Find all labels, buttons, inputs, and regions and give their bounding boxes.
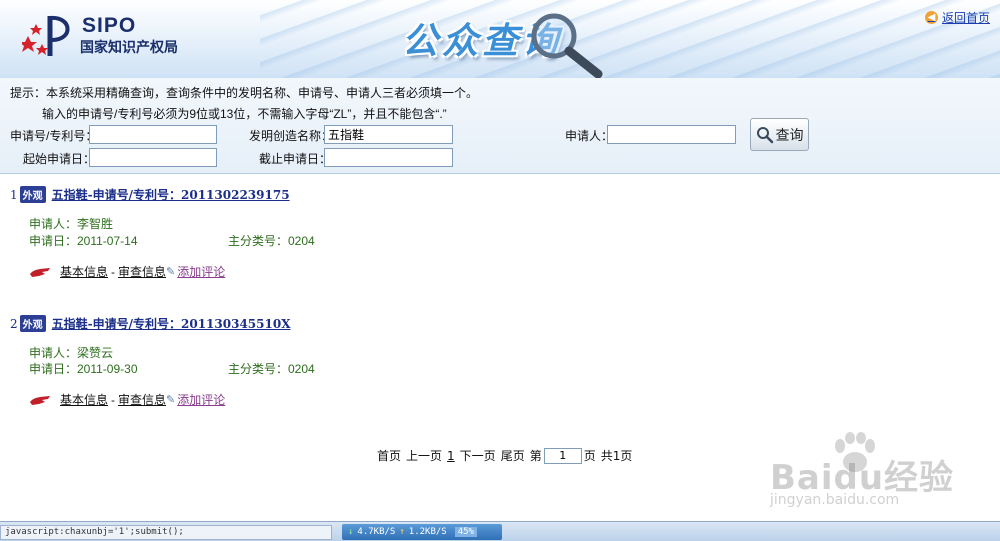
back-arrow-icon: ◀ xyxy=(924,11,938,24)
pencil-icon: ✎ xyxy=(166,266,176,278)
back-home-label: 返回首页 xyxy=(941,11,990,25)
goto-page-input[interactable] xyxy=(543,447,582,464)
paw-icon xyxy=(835,432,875,472)
sipo-logo-icon xyxy=(22,15,70,56)
applicant-label: 申请人： xyxy=(565,129,614,143)
invention-name-input[interactable] xyxy=(324,125,453,144)
goto-page-suffix: 页 xyxy=(583,449,596,463)
result-app-date: 申请日：2011-09-30 xyxy=(29,362,138,376)
network-speed-widget: ↓ 4.7KB/S ↑ 1.2KB/S 45% xyxy=(342,524,502,540)
result-main-class: 主分类号：0204 xyxy=(228,362,315,376)
search-tip-line1: 提示：本系统采用精确查询，查询条件中的发明名称、申请号、申请人三者必须填一个。 xyxy=(10,86,479,100)
first-page-link[interactable]: 首页 xyxy=(377,447,401,464)
invention-name-label: 发明创造名称： xyxy=(249,129,334,143)
add-comment-link[interactable]: 添加评论 xyxy=(177,263,225,280)
magnifier-icon xyxy=(531,13,603,78)
start-date-label: 起始申请日： xyxy=(23,152,96,166)
app-number-input[interactable] xyxy=(89,125,217,144)
add-comment-link[interactable]: 添加评论 xyxy=(177,391,225,408)
pencil-icon: ✎ xyxy=(166,394,176,406)
end-date-label: 截止申请日： xyxy=(259,152,332,166)
download-speed: 4.7KB/S xyxy=(357,527,396,537)
search-button[interactable]: 查询 xyxy=(750,118,809,151)
app-number-label: 申请号/专利号： xyxy=(10,129,98,143)
pagination: 首页 上一页 1 下一页 尾页 第 页 共1页 xyxy=(377,447,637,464)
result-applicant: 申请人：梁赞云 xyxy=(29,346,114,360)
result-type-badge: 外观 xyxy=(19,186,46,203)
result-index: 1 xyxy=(10,187,18,202)
logo-subtitle: 国家知识产权局 xyxy=(80,40,178,56)
review-info-link[interactable]: 审查信息 xyxy=(118,263,166,280)
back-home-link[interactable]: ◀ 返回首页 xyxy=(924,9,990,26)
result-app-date: 申请日：2011-07-14 xyxy=(29,234,138,248)
goto-page-prefix: 第 xyxy=(529,449,542,463)
result-title-link[interactable]: 五指鞋-申请号/专利号：201130345510X xyxy=(52,315,291,332)
applicant-input[interactable] xyxy=(607,125,736,144)
result-title-link[interactable]: 五指鞋-申请号/专利号：2011302239175 xyxy=(52,186,290,203)
prev-page-link[interactable]: 上一页 xyxy=(406,447,442,464)
basic-info-link[interactable]: 基本信息 xyxy=(60,263,108,280)
pointing-hand-icon xyxy=(30,267,50,277)
total-pages: 共1页 xyxy=(600,449,633,463)
result-actions: 基本信息 - 审查信息 ✎ 添加评论 xyxy=(28,391,225,408)
basic-info-link[interactable]: 基本信息 xyxy=(60,391,108,408)
result-index: 2 xyxy=(10,316,18,331)
result-applicant: 申请人：李智胜 xyxy=(29,217,114,231)
search-button-label: 查询 xyxy=(775,126,804,143)
current-page-link[interactable]: 1 xyxy=(447,449,455,463)
download-arrow-icon: ↓ xyxy=(348,527,354,537)
pointing-hand-icon xyxy=(30,395,50,405)
result-type-badge: 外观 xyxy=(19,315,46,332)
logo-text: SIPO xyxy=(82,14,137,37)
baidu-watermark: Baidu经验 jingyan.baidu.com xyxy=(770,432,1000,522)
result-title-row: 1 外观 五指鞋-申请号/专利号：2011302239175 xyxy=(10,186,710,203)
action-separator: - xyxy=(111,264,116,279)
result-item: 2 外观 五指鞋-申请号/专利号：201130345510X xyxy=(10,315,710,332)
search-tip-line2: 输入的申请号/专利号必须为9位或13位，不需输入字母“ZL”，并且不能包含“.” xyxy=(42,107,447,121)
review-info-link[interactable]: 审查信息 xyxy=(118,391,166,408)
result-main-class: 主分类号：0204 xyxy=(228,234,315,248)
sipo-logo: SIPO 国家知识产权局 xyxy=(22,10,192,60)
upload-speed: 1.2KB/S xyxy=(408,527,447,537)
end-date-input[interactable] xyxy=(324,148,453,167)
start-date-input[interactable] xyxy=(89,148,217,167)
watermark-url: jingyan.baidu.com xyxy=(770,492,900,508)
page-header: SIPO 国家知识产权局 公众查询 ◀ 返回首页 xyxy=(0,0,1000,78)
last-page-link[interactable]: 尾页 xyxy=(501,447,525,464)
search-icon xyxy=(756,126,773,143)
usage-percent: 45% xyxy=(454,527,477,537)
header-wave-decoration xyxy=(260,0,1000,78)
action-separator: - xyxy=(111,392,116,407)
result-actions: 基本信息 - 审查信息 ✎ 添加评论 xyxy=(28,263,225,280)
next-page-link[interactable]: 下一页 xyxy=(460,447,496,464)
watermark-brand: Baidu经验 xyxy=(770,458,955,498)
result-item: 1 外观 五指鞋-申请号/专利号：2011302239175 xyxy=(10,186,710,203)
browser-status-bar: javascript:chaxunbj='1';submit(); ↓ 4.7K… xyxy=(0,521,1000,541)
upload-arrow-icon: ↑ xyxy=(399,527,405,537)
status-url-text: javascript:chaxunbj='1';submit(); xyxy=(0,525,332,540)
result-title-row: 2 外观 五指鞋-申请号/专利号：201130345510X xyxy=(10,315,710,332)
